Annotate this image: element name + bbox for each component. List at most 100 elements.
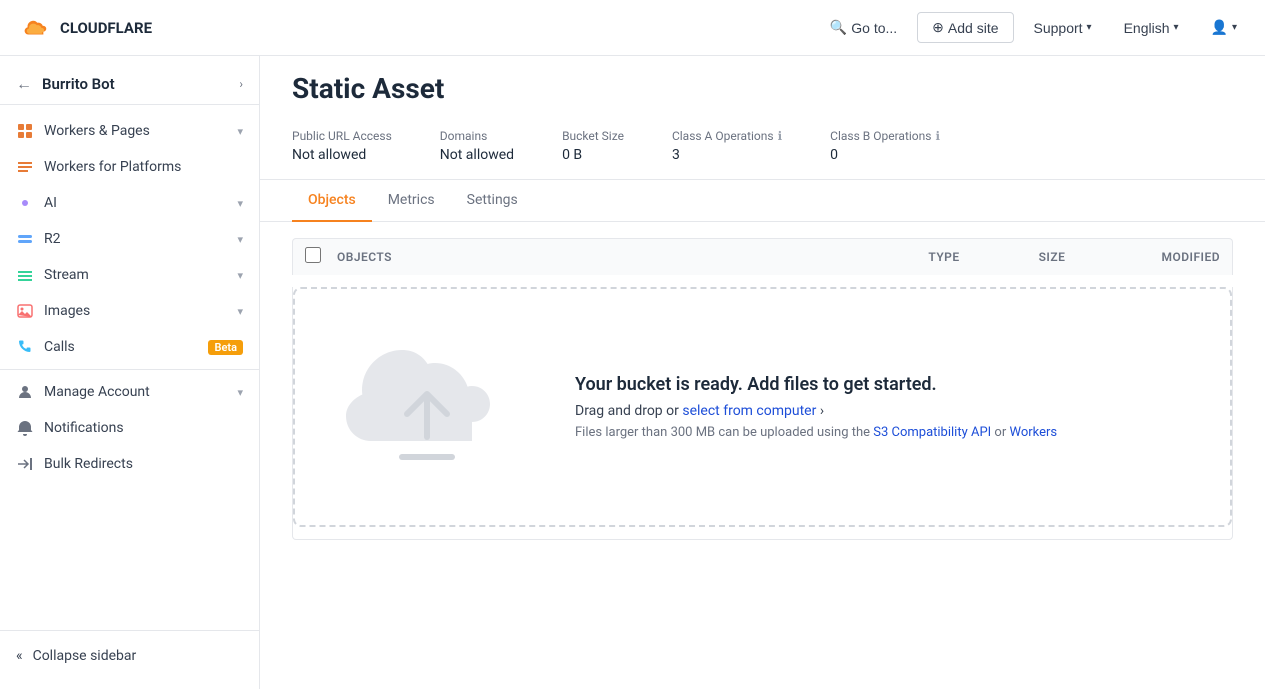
upload-dropzone[interactable]: Your bucket is ready. Add files to get s… (293, 287, 1232, 527)
account-title: Burrito Bot (42, 75, 115, 93)
images-icon (16, 302, 34, 320)
collapse-sidebar-button[interactable]: « Collapse sidebar (0, 639, 259, 673)
plus-icon: ⊕ (932, 19, 944, 36)
info-bar: Public URL Access Not allowed Domains No… (260, 113, 1265, 180)
sidebar-item-workers-platforms[interactable]: Workers for Platforms (0, 149, 259, 185)
sidebar-divider (0, 369, 259, 370)
class-a-value: 3 (672, 147, 782, 163)
chevron-down-icon: ▾ (237, 233, 243, 246)
tab-objects[interactable]: Objects (292, 180, 372, 222)
s3-api-link[interactable]: S3 Compatibility API (873, 425, 991, 440)
sidebar-item-label: Notifications (44, 420, 243, 436)
col-header-type: Type (884, 250, 1004, 264)
upload-icon-wrapper (327, 342, 527, 472)
chevron-down-icon: ▾ (237, 386, 243, 399)
sidebar: ← Burrito Bot › Workers & Pages ▾ Worker… (0, 56, 260, 689)
chevron-down-icon: ▾ (237, 125, 243, 138)
sidebar-header: ← Burrito Bot › (0, 64, 259, 105)
chevron-down-icon: ▾ (1174, 22, 1179, 33)
sidebar-item-manage-account[interactable]: Manage Account ▾ (0, 374, 259, 410)
sidebar-item-label: Calls (44, 339, 198, 355)
sidebar-item-label: Images (44, 303, 227, 319)
sidebar-item-label: AI (44, 195, 227, 211)
stream-icon (16, 266, 34, 284)
col-header-size: Size (1012, 250, 1092, 264)
arrow-icon: › (820, 403, 824, 419)
workers-link[interactable]: Workers (1009, 425, 1057, 440)
sidebar-item-r2[interactable]: R2 ▾ (0, 221, 259, 257)
cloudflare-logo[interactable]: CLOUDFLARE (16, 16, 152, 40)
cloud-upload-icon (342, 342, 512, 472)
content-tabs: Objects Metrics Settings (260, 180, 1265, 222)
domains-value: Not allowed (440, 147, 514, 163)
chevron-down-icon: ▾ (1087, 22, 1092, 33)
sidebar-item-label: Workers for Platforms (44, 159, 243, 175)
user-icon: 👤 (1211, 19, 1228, 36)
upload-note: Files larger than 300 MB can be uploaded… (575, 425, 1198, 440)
upload-content: Your bucket is ready. Add files to get s… (575, 374, 1198, 440)
user-menu-button[interactable]: 👤 ▾ (1199, 13, 1249, 42)
tab-settings[interactable]: Settings (451, 180, 534, 222)
sidebar-item-stream[interactable]: Stream ▾ (0, 257, 259, 293)
workers-platforms-icon (16, 158, 34, 176)
bulk-redirects-icon (16, 455, 34, 473)
select-from-computer-link[interactable]: select from computer (682, 403, 816, 419)
chevron-down-icon: ▾ (237, 197, 243, 210)
beta-badge: Beta (208, 340, 243, 355)
back-button[interactable]: ← (16, 74, 32, 94)
layout: ← Burrito Bot › Workers & Pages ▾ Worker… (0, 56, 1265, 689)
public-url-label: Public URL Access (292, 129, 392, 143)
collapse-icon: « (16, 648, 23, 664)
select-all-checkbox-wrapper[interactable] (305, 247, 329, 267)
sidebar-item-ai[interactable]: AI ▾ (0, 185, 259, 221)
chevron-down-icon: ▾ (1232, 22, 1237, 33)
class-b-info: Class B Operations ℹ 0 (830, 129, 940, 163)
public-url-info: Public URL Access Not allowed (292, 129, 392, 163)
add-site-button[interactable]: ⊕ Add site (917, 12, 1013, 43)
info-icon: ℹ (935, 129, 940, 143)
chevron-down-icon: ▾ (237, 269, 243, 282)
sidebar-item-workers-pages[interactable]: Workers & Pages ▾ (0, 113, 259, 149)
sidebar-item-calls[interactable]: Calls Beta (0, 329, 259, 365)
chevron-right-icon[interactable]: › (239, 77, 243, 91)
sidebar-item-notifications[interactable]: Notifications (0, 410, 259, 446)
notifications-icon (16, 419, 34, 437)
select-all-checkbox[interactable] (305, 247, 321, 263)
domains-label: Domains (440, 129, 514, 143)
objects-table-area: Objects Type Size Modified (260, 222, 1265, 556)
workers-pages-icon (16, 122, 34, 140)
manage-account-icon (16, 383, 34, 401)
bucket-size-label: Bucket Size (562, 129, 624, 143)
support-button[interactable]: Support ▾ (1022, 14, 1104, 42)
language-button[interactable]: English ▾ (1112, 14, 1191, 42)
class-a-label: Class A Operations ℹ (672, 129, 782, 143)
upload-title: Your bucket is ready. Add files to get s… (575, 374, 1198, 395)
nav-actions: 🔍 Go to... ⊕ Add site Support ▾ English … (818, 12, 1249, 43)
brand-area: CLOUDFLARE (16, 16, 152, 40)
ai-icon (16, 194, 34, 212)
upload-sub: Drag and drop or select from computer › (575, 403, 1198, 419)
r2-icon (16, 230, 34, 248)
tab-metrics[interactable]: Metrics (372, 180, 451, 222)
info-icon: ℹ (778, 129, 783, 143)
sidebar-item-bulk-redirects[interactable]: Bulk Redirects (0, 446, 259, 482)
class-a-info: Class A Operations ℹ 3 (672, 129, 782, 163)
goto-button[interactable]: 🔍 Go to... (818, 13, 909, 42)
bucket-title: Static Asset (260, 56, 1265, 113)
col-header-modified: Modified (1100, 250, 1220, 264)
sidebar-item-label: Workers & Pages (44, 123, 227, 139)
table-header: Objects Type Size Modified (292, 238, 1233, 275)
col-header-objects: Objects (337, 250, 876, 264)
table-body: Your bucket is ready. Add files to get s… (292, 287, 1233, 540)
bucket-size-info: Bucket Size 0 B (562, 129, 624, 163)
sidebar-item-label: R2 (44, 231, 227, 247)
top-navigation: CLOUDFLARE 🔍 Go to... ⊕ Add site Support… (0, 0, 1265, 56)
sidebar-item-label: Manage Account (44, 384, 227, 400)
brand-name: CLOUDFLARE (60, 19, 152, 37)
chevron-down-icon: ▾ (237, 305, 243, 318)
sidebar-item-images[interactable]: Images ▾ (0, 293, 259, 329)
sidebar-footer: « Collapse sidebar (0, 630, 259, 681)
calls-icon (16, 338, 34, 356)
class-b-value: 0 (830, 147, 940, 163)
sidebar-item-label: Stream (44, 267, 227, 283)
